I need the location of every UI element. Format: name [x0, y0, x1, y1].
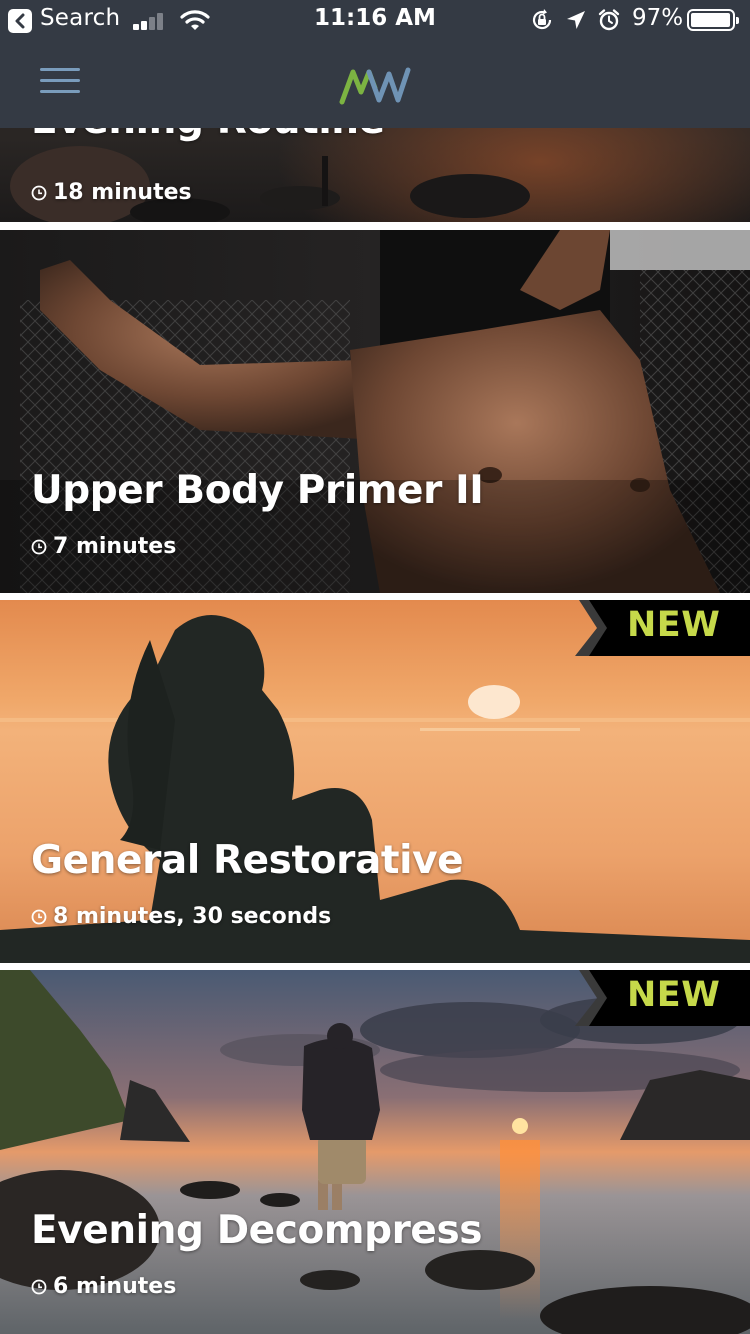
workout-duration-text: 8 minutes, 30 seconds	[53, 904, 332, 929]
workout-duration: 7 minutes	[31, 534, 176, 559]
clock-icon	[31, 185, 47, 201]
workout-duration: 18 minutes	[31, 180, 192, 205]
new-badge-label: NEW	[627, 975, 721, 1015]
new-badge: NEW	[575, 600, 750, 656]
workout-duration: 6 minutes	[31, 1274, 176, 1299]
app-header	[0, 40, 750, 128]
battery-percent: 97%	[632, 5, 684, 31]
clock-icon	[31, 539, 47, 555]
workout-title: Evening Routine	[31, 128, 385, 143]
workout-card[interactable]: NEW Evening Decompress 6 minutes	[0, 970, 750, 1334]
workout-title: Upper Body Primer II	[31, 468, 484, 513]
workout-duration-text: 18 minutes	[53, 180, 192, 205]
clock-icon	[31, 909, 47, 925]
location-arrow-icon	[567, 11, 585, 29]
new-badge-label: NEW	[627, 605, 721, 645]
new-badge: NEW	[575, 970, 750, 1026]
status-bar: Search 11:16 AM 97%	[0, 0, 750, 40]
alarm-icon	[598, 9, 620, 31]
workout-feed[interactable]: Evening Routine 18 minutes	[0, 128, 750, 1334]
workout-duration-text: 7 minutes	[53, 534, 177, 559]
menu-button[interactable]	[40, 68, 80, 94]
workout-title: Evening Decompress	[31, 1208, 483, 1253]
mw-logo-icon	[339, 67, 411, 105]
workout-duration-text: 6 minutes	[53, 1274, 177, 1299]
workout-title: General Restorative	[31, 838, 464, 883]
clock-icon	[31, 1279, 47, 1295]
workout-card[interactable]: Evening Routine 18 minutes	[0, 128, 750, 222]
workout-card[interactable]: Upper Body Primer II 7 minutes	[0, 230, 750, 593]
workout-duration: 8 minutes, 30 seconds	[31, 904, 331, 929]
battery-icon	[687, 9, 739, 31]
workout-card[interactable]: NEW General Restorative 8 minutes, 30 se…	[0, 600, 750, 963]
orientation-lock-icon	[532, 9, 552, 30]
